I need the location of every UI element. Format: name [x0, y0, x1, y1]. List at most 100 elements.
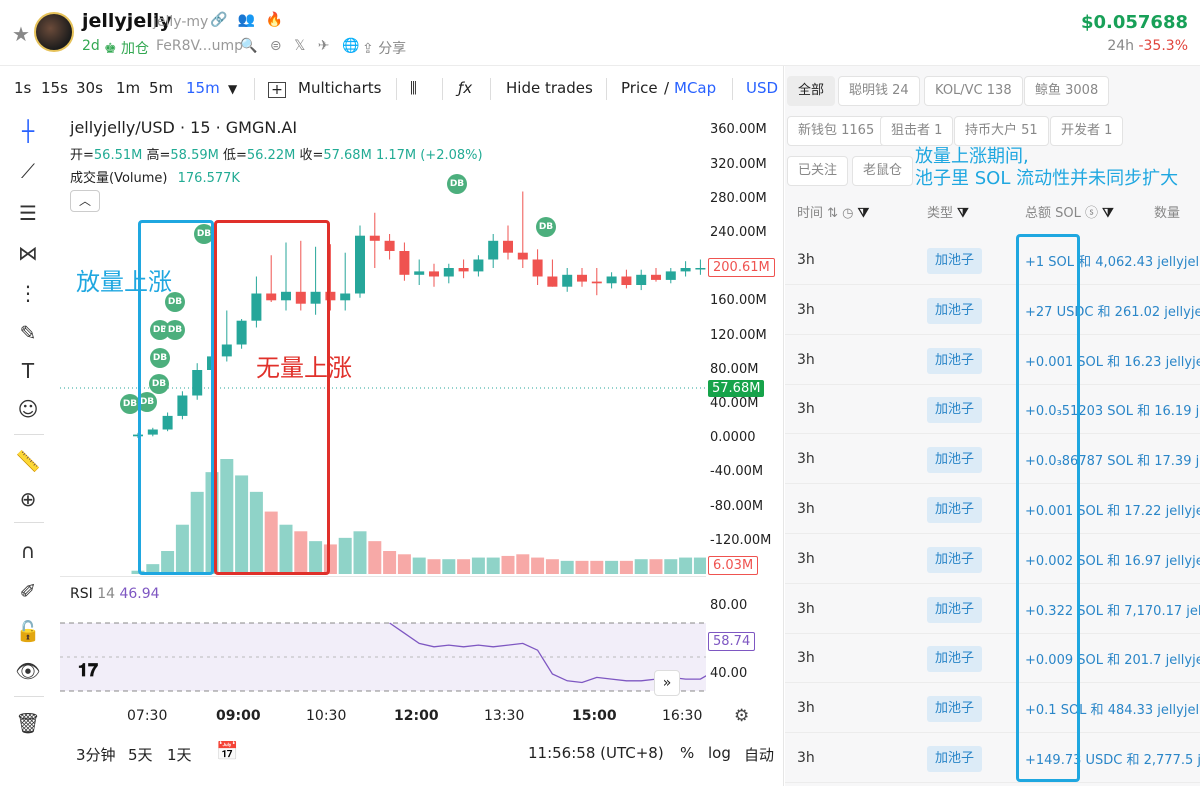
- interval-5m[interactable]: 5m: [149, 79, 173, 97]
- trash-icon[interactable]: 🗑: [6, 708, 50, 738]
- row-time: 3h: [797, 301, 815, 318]
- zoom-in-icon[interactable]: ⊕: [6, 484, 50, 514]
- col-time[interactable]: 时间 ⇅ ◷ ⧩: [797, 202, 869, 221]
- multicharts-button[interactable]: Multicharts: [298, 79, 381, 97]
- indicators-fx-icon[interactable]: ƒx: [458, 79, 472, 97]
- interval-dropdown-icon[interactable]: ▼: [228, 82, 237, 96]
- tab-smart-money[interactable]: 聪明钱 24: [838, 76, 920, 106]
- percent-toggle[interactable]: %: [680, 744, 694, 762]
- emoji-icon[interactable]: ☺: [6, 394, 50, 424]
- col-quantity[interactable]: 数量: [1154, 202, 1180, 221]
- table-row[interactable]: 3h加池子+0.0₃86787 SOL 和 17.39 jellyjelly: [785, 435, 1200, 485]
- rsi-axis[interactable]: 80.00 58.74 40.00: [706, 590, 782, 690]
- interval-1s[interactable]: 1s: [14, 79, 31, 97]
- tab-sniper[interactable]: 狙击者 1: [880, 116, 954, 146]
- range-1d[interactable]: 1天: [167, 744, 192, 765]
- price-axis[interactable]: 360.00M 320.00M 280.00M 240.00M 200.61M …: [706, 110, 782, 580]
- filter-icon[interactable]: ⧩: [1102, 206, 1114, 221]
- candle-body: [680, 268, 691, 272]
- rsi-label: RSI: [70, 586, 93, 602]
- token-header: ★ jellyjelly jelly-my 🔗 👥 🔥 2d ♚ 加仓 FeR8…: [0, 0, 1200, 66]
- table-row[interactable]: 3h加池子+0.322 SOL 和 7,170.17 jellyjelly: [785, 584, 1200, 634]
- volume-bar: [531, 557, 545, 574]
- table-row[interactable]: 3h 加池子 +27 USDC 和 261.02 jellyjelly: [785, 285, 1200, 335]
- tab-developer[interactable]: 开发者 1: [1050, 116, 1124, 146]
- table-row[interactable]: 3h 加池子 +0.1 SOL 和 484.33 jellyjelly: [785, 684, 1200, 734]
- volume-bar: [471, 557, 485, 574]
- lock-icon[interactable]: 🔓: [6, 616, 50, 646]
- share-label: 分享: [378, 41, 407, 57]
- col-amount[interactable]: 总额 SOL ⓢ ⧩: [1025, 202, 1114, 221]
- text-tool-icon[interactable]: T: [6, 356, 50, 386]
- tab-whale[interactable]: 鲸鱼 3008: [1024, 76, 1110, 106]
- candle-body: [577, 274, 587, 282]
- tab-new-wallet[interactable]: 新钱包 1165: [787, 116, 886, 146]
- ruler-icon[interactable]: 📏: [6, 446, 50, 476]
- price-change-24h: 24h -35.3%: [1107, 38, 1188, 54]
- eye-icon[interactable]: 👁: [6, 656, 50, 686]
- plus-icon[interactable]: +: [268, 82, 286, 98]
- row-type-badge: 加池子: [927, 646, 983, 673]
- price-mcap-separator: /: [664, 79, 670, 97]
- y-tick: 360.00M: [710, 122, 767, 137]
- social-links-icons[interactable]: 🔍 ⊜ 𝕏 ✈ 🌐: [240, 38, 363, 54]
- date-range-icon[interactable]: 📅: [216, 741, 238, 762]
- interval-15m[interactable]: 15m: [186, 79, 220, 97]
- y-tick: 280.00M: [710, 191, 767, 206]
- filter-icon[interactable]: ⧩: [957, 206, 969, 221]
- price-toggle[interactable]: Price: [621, 79, 658, 97]
- settings-gear-icon[interactable]: ⚙: [734, 706, 749, 726]
- interval-1m[interactable]: 1m: [116, 79, 140, 97]
- rsi-tick: 80.00: [710, 598, 748, 613]
- table-row[interactable]: 3h加池子+0.0₃51203 SOL 和 16.19 jellyjelly: [785, 385, 1200, 435]
- add-position-button[interactable]: ♚ 加仓: [104, 38, 149, 58]
- table-row[interactable]: 3h加池子+149.73 USDC 和 2,777.5 jellyjelly: [785, 734, 1200, 783]
- currency-toggle[interactable]: USD: [746, 79, 778, 97]
- col-type[interactable]: 类型 ⧩: [927, 202, 969, 221]
- contract-address[interactable]: FeR8V...ump: [156, 38, 243, 54]
- pattern-icon[interactable]: ⋈: [6, 238, 50, 268]
- volume-bar: [560, 560, 574, 574]
- table-row[interactable]: 3h 加池子 +0.001 SOL 和 17.22 jellyjelly: [785, 485, 1200, 534]
- candle-body: [621, 276, 632, 285]
- log-toggle[interactable]: log: [708, 744, 731, 762]
- high-price-tag: 200.61M: [708, 258, 775, 277]
- tab-followed[interactable]: 已关注: [787, 156, 849, 186]
- lock-drawing-icon[interactable]: ✐: [6, 576, 50, 606]
- volume-bar: [649, 559, 663, 574]
- brush-icon[interactable]: ✎: [6, 318, 50, 348]
- crosshair-icon[interactable]: ┼: [6, 116, 50, 146]
- tab-kol[interactable]: KOL/VC 138: [924, 76, 1023, 106]
- table-row[interactable]: 3h 加池子 +0.002 SOL 和 16.97 jellyjelly: [785, 534, 1200, 584]
- favorite-star-icon[interactable]: ★: [12, 22, 30, 46]
- candle-body: [488, 240, 499, 260]
- interval-30s[interactable]: 30s: [76, 79, 103, 97]
- trend-line-icon[interactable]: ⟋: [6, 156, 50, 186]
- hide-trades-button[interactable]: Hide trades: [506, 79, 593, 97]
- tab-insider[interactable]: 老鼠仓: [852, 156, 914, 186]
- rsi-tick: 40.00: [710, 666, 748, 681]
- share-button[interactable]: ⇪ 分享: [362, 38, 406, 58]
- tab-all[interactable]: 全部: [787, 76, 836, 106]
- range-5d[interactable]: 5天: [128, 744, 153, 765]
- filter-icon[interactable]: ⧩: [858, 206, 870, 221]
- clock-display[interactable]: 11:56:58 (UTC+8): [528, 744, 664, 762]
- row-type-badge: 加池子: [927, 347, 983, 374]
- col-time-label: 时间: [797, 206, 824, 221]
- projection-icon[interactable]: ⋮: [6, 278, 50, 308]
- table-row[interactable]: 3h 加池子 +0.009 SOL 和 201.7 jellyjelly: [785, 634, 1200, 684]
- db-marker[interactable]: DB: [536, 217, 556, 237]
- auto-toggle[interactable]: 自动: [744, 744, 774, 765]
- magnet-icon[interactable]: ∩: [6, 536, 50, 566]
- table-row[interactable]: 3h 加池子 +1 SOL 和 4,062.43 jellyjelly: [785, 236, 1200, 285]
- scroll-right-button[interactable]: »: [654, 670, 680, 696]
- tab-holders[interactable]: 持币大户 51: [954, 116, 1049, 146]
- range-3m[interactable]: 3分钟: [76, 744, 116, 765]
- fib-lines-icon[interactable]: ☰: [6, 198, 50, 228]
- mcap-toggle[interactable]: MCap: [674, 79, 716, 97]
- interval-15s[interactable]: 15s: [41, 79, 68, 97]
- candle-type-icon[interactable]: ⫼: [410, 79, 417, 97]
- db-marker[interactable]: DB: [447, 174, 467, 194]
- table-row[interactable]: 3h 加池子 +0.001 SOL 和 16.23 jellyjelly: [785, 335, 1200, 385]
- volume-bar: [353, 531, 367, 574]
